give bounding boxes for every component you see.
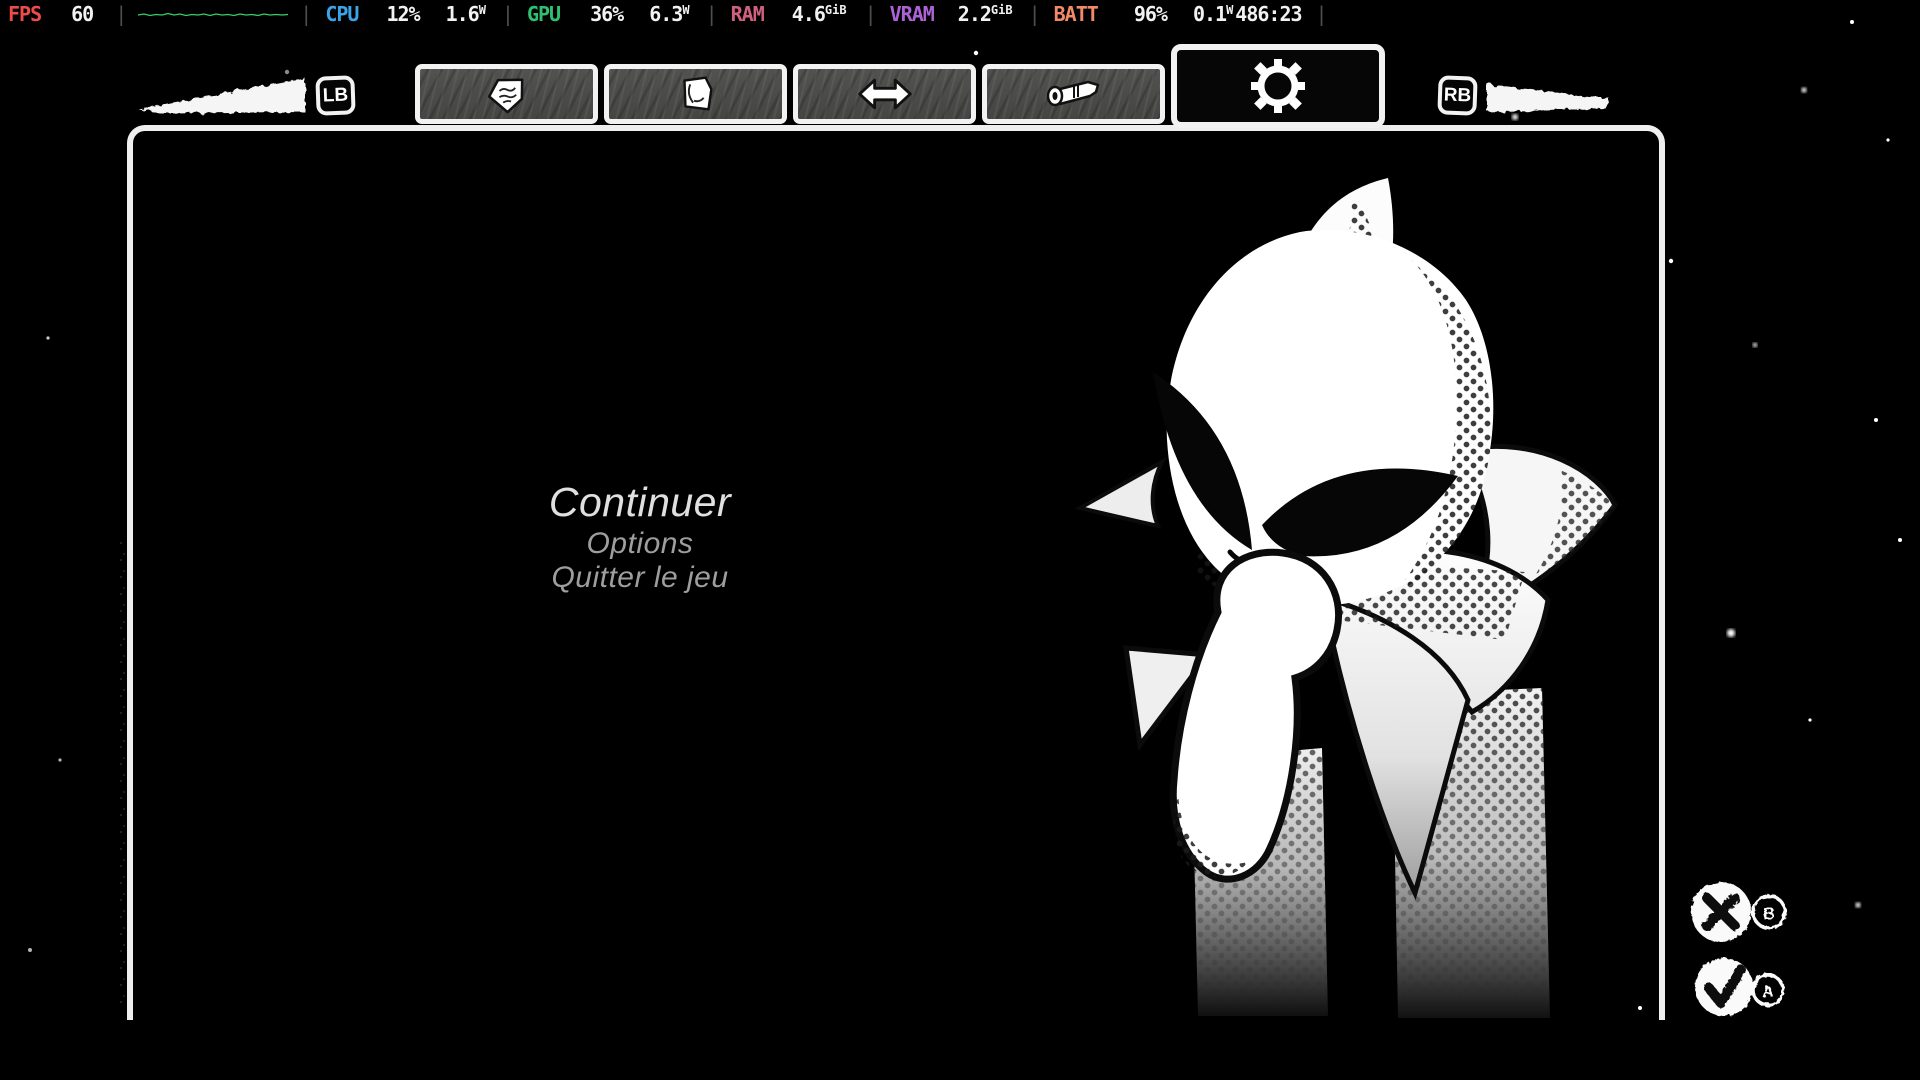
right-bumper-badge[interactable]: RB bbox=[1437, 75, 1477, 115]
tab-controls[interactable] bbox=[793, 64, 976, 124]
battery-power: 0.1W bbox=[1193, 2, 1233, 26]
left-wedge-decoration bbox=[138, 78, 305, 113]
svg-text:B: B bbox=[1763, 904, 1775, 923]
gpu-power: 6.3W bbox=[649, 2, 689, 26]
note-icon bbox=[482, 70, 532, 118]
frametime-graph bbox=[138, 6, 288, 22]
battery-label: BATT bbox=[1054, 2, 1098, 26]
vram-label: VRAM bbox=[890, 2, 934, 26]
button-prompt-confirm[interactable]: A bbox=[1695, 958, 1783, 1016]
svg-text:A: A bbox=[1762, 984, 1774, 1001]
scroll-icon bbox=[1044, 72, 1104, 116]
pause-menu: Continuer Options Quitter le jeu bbox=[320, 480, 960, 594]
gear-icon bbox=[1247, 55, 1309, 117]
ram-label: RAM bbox=[731, 2, 764, 26]
performance-overlay: FPS 60 | | CPU 12% 1.6W | GPU 36% 6.3W |… bbox=[0, 0, 1920, 27]
tab-settings[interactable] bbox=[1171, 44, 1385, 128]
cpu-label: CPU bbox=[325, 2, 358, 26]
battery-time: 486:23 bbox=[1235, 2, 1301, 26]
cloth-icon bbox=[673, 71, 719, 117]
double-arrow-icon bbox=[856, 71, 914, 117]
left-border-texture bbox=[117, 540, 133, 1010]
menu-item-continue[interactable]: Continuer bbox=[320, 480, 960, 524]
cpu-power: 1.6W bbox=[446, 2, 486, 26]
fps-label: FPS bbox=[8, 2, 41, 26]
vram-value: 2.2GiB bbox=[958, 2, 1013, 26]
menu-item-quit[interactable]: Quitter le jeu bbox=[320, 561, 960, 595]
ram-value: 4.6GiB bbox=[792, 2, 847, 26]
gpu-load: 36% bbox=[590, 2, 623, 26]
cpu-load: 12% bbox=[386, 2, 419, 26]
menu-item-options[interactable]: Options bbox=[320, 527, 960, 561]
battery-percent: 96% bbox=[1134, 2, 1167, 26]
left-bumper-badge[interactable]: LB bbox=[315, 75, 355, 115]
tab-scroll[interactable] bbox=[982, 64, 1165, 124]
tab-bar bbox=[415, 64, 1385, 148]
tab-journal[interactable] bbox=[415, 64, 598, 124]
gpu-label: GPU bbox=[527, 2, 560, 26]
button-prompt-cancel[interactable]: B bbox=[1691, 882, 1785, 942]
tab-map[interactable] bbox=[604, 64, 787, 124]
fps-value: 60 bbox=[71, 2, 93, 26]
right-wedge-decoration bbox=[1487, 84, 1610, 112]
